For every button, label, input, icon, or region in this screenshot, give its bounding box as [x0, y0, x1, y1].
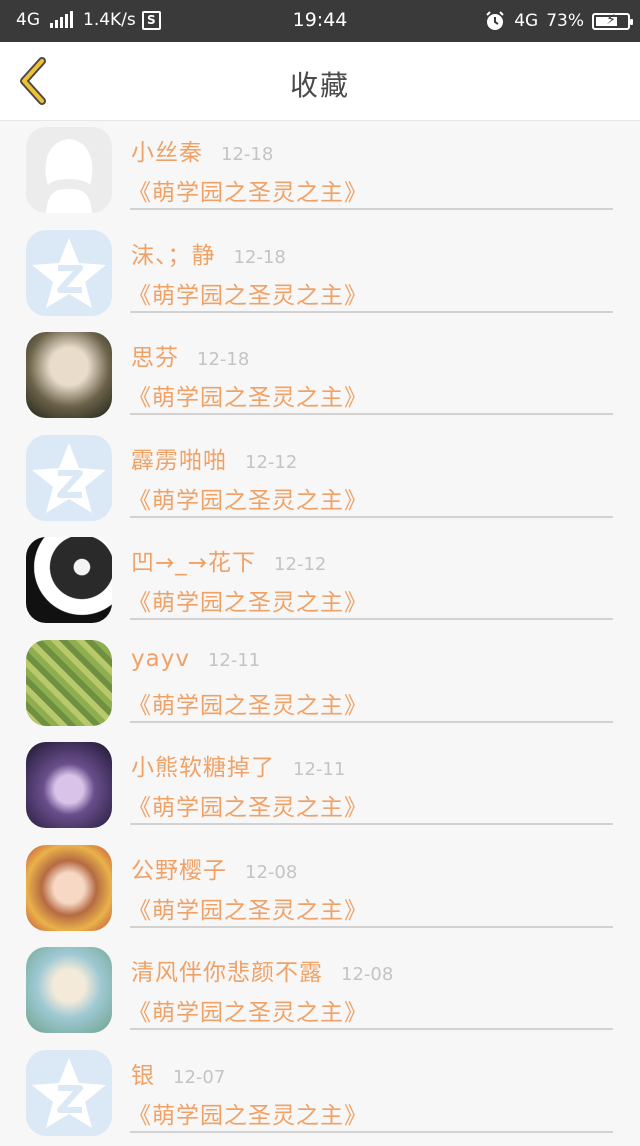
- book-title[interactable]: 《萌学园之圣灵之主》: [128, 173, 368, 207]
- alarm-icon: [484, 10, 506, 32]
- row-divider: [130, 311, 613, 313]
- favorite-date: 12-18: [234, 247, 286, 268]
- list-item[interactable]: 公野樱子 12-08 《萌学园之圣灵之主》: [0, 839, 640, 942]
- favorite-date: 12-18: [221, 144, 273, 165]
- name-line: yayv 12-11: [131, 646, 260, 672]
- name-line: 银 12-07: [131, 1056, 225, 1090]
- app-header: 收藏: [0, 42, 640, 121]
- name-line: 小丝秦 12-18: [131, 133, 273, 167]
- book-title[interactable]: 《萌学园之圣灵之主》: [128, 583, 368, 617]
- book-title[interactable]: 《萌学园之圣灵之主》: [128, 1096, 368, 1130]
- row-divider: [130, 1131, 613, 1133]
- row-divider: [130, 926, 613, 928]
- list-item[interactable]: 小丝秦 12-18 《萌学园之圣灵之主》: [0, 121, 640, 224]
- avatar[interactable]: [26, 537, 112, 623]
- battery-percent: 73%: [546, 11, 584, 31]
- avatar[interactable]: [26, 845, 112, 931]
- avatar[interactable]: [26, 332, 112, 418]
- avatar[interactable]: [26, 127, 112, 213]
- user-name[interactable]: 沫、；静: [131, 236, 216, 270]
- favorite-date: 12-18: [197, 349, 249, 370]
- list-item[interactable]: 凹→_→花下 12-12 《萌学园之圣灵之主》: [0, 531, 640, 634]
- row-divider: [130, 618, 613, 620]
- user-name[interactable]: 小丝秦: [131, 133, 203, 167]
- row-divider: [130, 208, 613, 210]
- battery-icon: ⚡: [592, 13, 630, 30]
- book-title[interactable]: 《萌学园之圣灵之主》: [128, 481, 368, 515]
- name-line: 霹雳啪啪 12-12: [131, 441, 297, 475]
- list-item[interactable]: 霹雳啪啪 12-12 《萌学园之圣灵之主》: [0, 429, 640, 532]
- favorite-date: 12-07: [173, 1067, 225, 1088]
- user-name[interactable]: 公野樱子: [131, 851, 227, 885]
- favorite-date: 12-12: [245, 452, 297, 473]
- favorite-date: 12-11: [293, 759, 345, 780]
- favorites-list: 小丝秦 12-18 《萌学园之圣灵之主》 沫、；静 12-18 《萌学园之圣灵之…: [0, 121, 640, 1146]
- row-divider: [130, 823, 613, 825]
- user-name[interactable]: 清风伴你悲颜不露: [131, 953, 323, 987]
- avatar[interactable]: [26, 1050, 112, 1136]
- book-title[interactable]: 《萌学园之圣灵之主》: [128, 891, 368, 925]
- name-line: 小熊软糖掉了 12-11: [131, 748, 345, 782]
- row-divider: [130, 516, 613, 518]
- list-item[interactable]: 清风伴你悲颜不露 12-08 《萌学园之圣灵之主》: [0, 941, 640, 1044]
- status-bar: 4G 1.4K/s S 19:44 4G 73% ⚡: [0, 0, 640, 42]
- book-title[interactable]: 《萌学园之圣灵之主》: [128, 276, 368, 310]
- avatar[interactable]: [26, 947, 112, 1033]
- avatar[interactable]: [26, 742, 112, 828]
- avatar[interactable]: [26, 230, 112, 316]
- name-line: 清风伴你悲颜不露 12-08: [131, 953, 393, 987]
- list-item[interactable]: 小熊软糖掉了 12-11 《萌学园之圣灵之主》: [0, 736, 640, 839]
- favorite-date: 12-08: [245, 862, 297, 883]
- name-line: 凹→_→花下 12-12: [131, 543, 326, 577]
- name-line: 公野樱子 12-08: [131, 851, 297, 885]
- list-item[interactable]: yayv 12-11 《萌学园之圣灵之主》: [0, 634, 640, 737]
- status-right: 4G 73% ⚡: [484, 10, 630, 32]
- book-title[interactable]: 《萌学园之圣灵之主》: [128, 378, 368, 412]
- favorite-date: 12-11: [208, 650, 260, 671]
- row-divider: [130, 413, 613, 415]
- user-name[interactable]: 银: [131, 1056, 155, 1090]
- row-divider: [130, 1028, 613, 1030]
- charging-bolt-icon: ⚡: [594, 12, 628, 28]
- list-item[interactable]: 沫、；静 12-18 《萌学园之圣灵之主》: [0, 224, 640, 327]
- network-type-right: 4G: [514, 11, 538, 31]
- avatar[interactable]: [26, 435, 112, 521]
- user-name[interactable]: 小熊软糖掉了: [131, 748, 275, 782]
- book-title[interactable]: 《萌学园之圣灵之主》: [128, 788, 368, 822]
- user-name[interactable]: 思芬: [131, 338, 179, 372]
- avatar[interactable]: [26, 640, 112, 726]
- list-item[interactable]: 银 12-07 《萌学园之圣灵之主》: [0, 1044, 640, 1146]
- name-line: 沫、；静 12-18: [131, 236, 286, 270]
- book-title[interactable]: 《萌学园之圣灵之主》: [128, 686, 368, 720]
- book-title[interactable]: 《萌学园之圣灵之主》: [128, 993, 368, 1027]
- user-name[interactable]: yayv: [131, 646, 190, 672]
- user-name[interactable]: 霹雳啪啪: [131, 441, 227, 475]
- favorite-date: 12-08: [341, 964, 393, 985]
- page-title: 收藏: [0, 64, 640, 104]
- list-item[interactable]: 思芬 12-18 《萌学园之圣灵之主》: [0, 326, 640, 429]
- name-line: 思芬 12-18: [131, 338, 249, 372]
- favorite-date: 12-12: [274, 554, 326, 575]
- row-divider: [130, 721, 613, 723]
- user-name[interactable]: 凹→_→花下: [131, 543, 256, 577]
